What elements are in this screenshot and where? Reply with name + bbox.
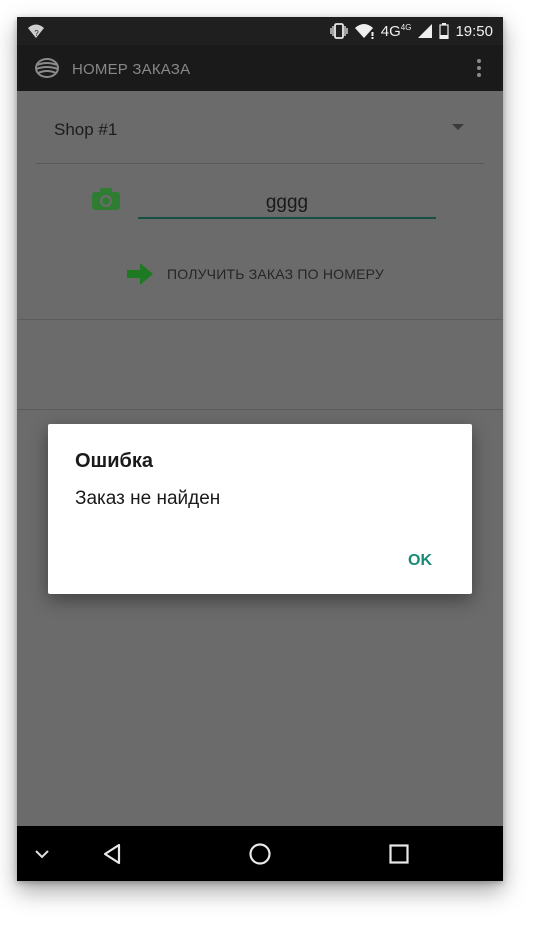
home-button[interactable] — [245, 826, 275, 881]
error-dialog: Ошибка Заказ не найден OK — [48, 424, 472, 594]
divider — [36, 163, 484, 164]
app-logo-icon — [35, 58, 59, 78]
dialog-message: Заказ не найден — [75, 488, 221, 509]
arrow-right-icon — [127, 263, 153, 285]
home-icon — [249, 842, 271, 865]
ok-button[interactable]: OK — [408, 552, 432, 570]
app-bar: НОМЕР ЗАКАЗА — [17, 45, 503, 91]
phone-screen: ? 4G4G 19:50 НОМЕР ЗАКАЗА Shop #1 gggg П… — [17, 17, 503, 881]
order-number-input[interactable] — [138, 189, 436, 219]
status-bar: ? 4G4G 19:50 — [17, 17, 503, 45]
status-time: 19:50 — [455, 22, 493, 40]
main-content: Shop #1 ПОЛУЧИТЬ ЗАКАЗ ПО НОМЕРУ Ошибка … — [17, 91, 503, 826]
back-icon — [103, 843, 121, 864]
back-button[interactable] — [97, 826, 127, 881]
divider — [17, 319, 503, 320]
shop-select-value: Shop #1 — [54, 120, 118, 139]
overflow-menu-icon[interactable] — [475, 58, 483, 78]
recents-button[interactable] — [384, 826, 414, 881]
dialog-title: Ошибка — [75, 450, 154, 472]
camera-icon[interactable] — [92, 188, 120, 210]
hide-keyboard-button[interactable] — [29, 826, 55, 881]
dropdown-arrow-icon — [452, 124, 464, 130]
wifi-unknown-icon: ? — [28, 24, 44, 38]
battery-icon — [439, 23, 450, 39]
app-title: НОМЕР ЗАКАЗА — [72, 61, 191, 78]
fetch-order-button[interactable]: ПОЛУЧИТЬ ЗАКАЗ ПО НОМЕРУ — [127, 261, 384, 287]
network-type-label: 4G4G — [380, 22, 412, 40]
divider — [17, 409, 503, 410]
signal-icon — [418, 24, 433, 38]
fetch-order-label: ПОЛУЧИТЬ ЗАКАЗ ПО НОМЕРУ — [167, 266, 384, 282]
chevron-down-icon — [35, 849, 49, 858]
svg-text:?: ? — [34, 29, 39, 38]
wifi-icon — [354, 24, 374, 39]
vibrate-icon — [330, 23, 348, 39]
navigation-bar — [17, 826, 503, 881]
recents-icon — [389, 843, 409, 864]
